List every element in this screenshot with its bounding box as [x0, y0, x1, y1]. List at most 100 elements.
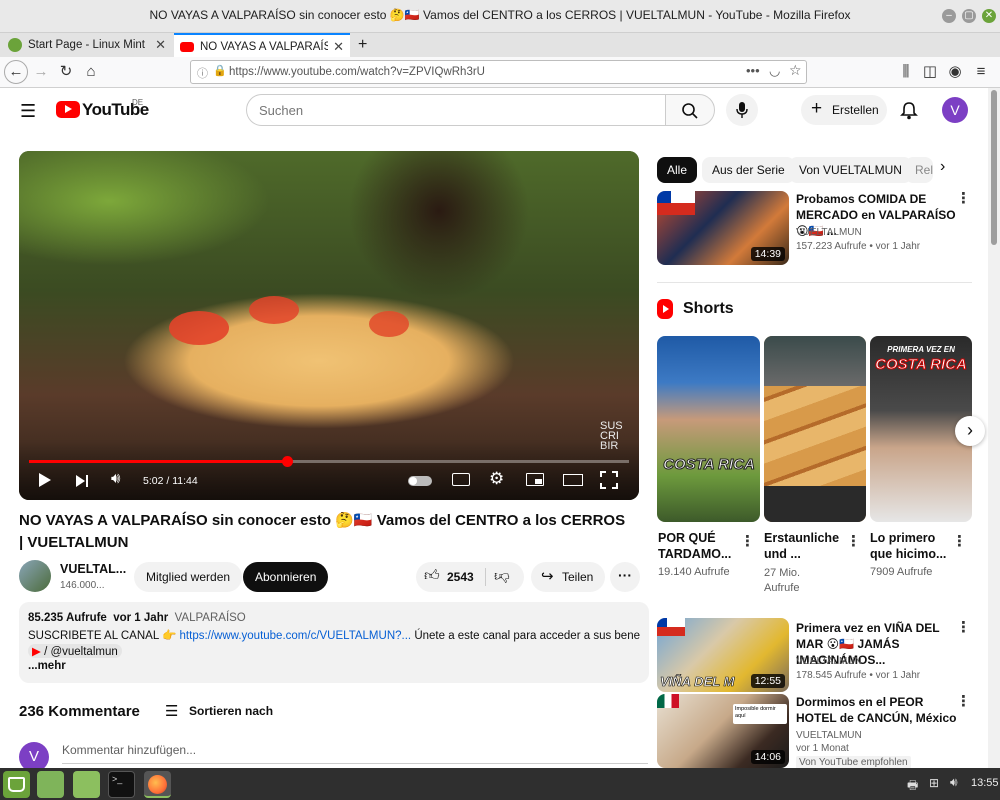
video-player[interactable]: SUS CRI BIR 🔊︎ 5:02 / 11:44 ⚙ [19, 151, 639, 500]
next-icon[interactable] [76, 474, 88, 492]
menu-icon[interactable]: ≡ [970, 62, 992, 82]
close-tab-icon[interactable]: ✕ [333, 35, 344, 57]
channel-avatar[interactable] [19, 560, 51, 592]
progress-scrubber[interactable] [282, 456, 293, 467]
video-channel[interactable]: VUELTALMUN [796, 656, 862, 667]
filter-chip-related[interactable]: Rel [905, 157, 933, 183]
pocket-icon[interactable]: ◡ [769, 63, 780, 79]
like-icon[interactable]: 👍︎ [424, 567, 440, 585]
info-icon[interactable]: ⓘ [197, 65, 208, 81]
printer-icon[interactable]: 🖶 [907, 776, 918, 797]
filter-chip-series[interactable]: Aus der Serie [702, 157, 795, 183]
video-title[interactable]: Dormimos en el PEOR HOTEL de CANCÚN, Méx… [796, 694, 958, 726]
network-icon[interactable]: ⊞ [929, 776, 939, 790]
comment-input[interactable]: Kommentar hinzufügen... [62, 743, 196, 757]
files-icon[interactable] [73, 771, 100, 798]
short-title[interactable]: Erstaunliche und ... [764, 530, 844, 562]
description-link[interactable]: https://www.youtube.com/c/VUELTALMUN?... [180, 630, 412, 642]
short-title[interactable]: Lo primero que hicimo... [870, 530, 950, 562]
more-options-icon[interactable]: ⋮ [952, 534, 967, 549]
terminal-icon[interactable]: >_ [108, 771, 135, 798]
forward-icon[interactable]: → [30, 62, 52, 82]
tab-start-page[interactable]: Start Page - Linux Mint ✕ [2, 33, 172, 57]
page-scrollbar[interactable] [988, 88, 1000, 768]
notifications-bell-icon[interactable] [900, 101, 918, 120]
more-options-icon[interactable]: ⋮ [846, 534, 861, 549]
dislike-icon[interactable]: 👍︎ [494, 567, 510, 585]
short-thumbnail[interactable]: COSTA RICA [657, 336, 760, 522]
subscriber-count: 146.000... [60, 580, 105, 591]
hashtag[interactable]: VALPARAÍSO [175, 612, 246, 624]
sidebar-icon[interactable]: ◫ [919, 62, 941, 82]
scrollbar-thumb[interactable] [991, 90, 997, 245]
subtitles-icon[interactable] [452, 473, 470, 486]
video-thumbnail[interactable]: Imposible dormir aquí 14:06 [657, 694, 789, 768]
progress-bar[interactable] [29, 456, 629, 467]
show-more-link[interactable]: ...mehr [28, 660, 66, 672]
volume-icon[interactable]: 🔊︎ [111, 470, 120, 487]
short-thumbnail[interactable] [764, 336, 866, 522]
search-input[interactable]: Suchen [246, 94, 666, 126]
short-title[interactable]: POR QUÉ TARDAMO... [658, 530, 738, 562]
description-box[interactable]: 85.235 Aufrufe vor 1 Jahr VALPARAÍSO SUS… [19, 602, 649, 683]
sort-icon[interactable]: ☰ [165, 702, 178, 720]
filter-chip-all[interactable]: Alle [657, 157, 698, 183]
chile-flag-icon [657, 191, 695, 215]
guide-menu-icon[interactable]: ☰ [20, 101, 36, 122]
linux-mint-icon [8, 38, 22, 52]
video-channel[interactable]: VUELTALMUN [796, 730, 862, 741]
join-button[interactable]: Mitglied werden [134, 562, 243, 592]
close-icon[interactable]: ✕ [982, 9, 996, 23]
account-avatar[interactable]: V [942, 97, 968, 123]
sort-by-button[interactable]: Sortieren nach [189, 704, 273, 718]
library-icon[interactable]: ⫼ [895, 62, 917, 82]
volume-tray-icon[interactable]: 🔊︎ [950, 775, 958, 790]
video-duration: 14:06 [750, 750, 785, 764]
more-options-icon[interactable]: ⋮ [956, 191, 971, 206]
video-thumbnail[interactable]: 14:39 [657, 191, 789, 265]
settings-gear-icon[interactable]: ⚙ [489, 469, 504, 489]
maximize-icon[interactable]: ▢ [962, 9, 976, 23]
more-options-icon[interactable]: ⋮ [956, 694, 971, 709]
reload-icon[interactable]: ↻ [55, 62, 77, 82]
more-options-icon[interactable]: ⋮ [740, 534, 755, 549]
search-button[interactable] [665, 94, 715, 126]
channel-mention[interactable]: ▶ / @vueltalmun [28, 644, 122, 658]
show-desktop-icon[interactable] [37, 771, 64, 798]
address-bar[interactable]: ⓘ 🔒 https://www.youtube.com/watch?v=ZPVI… [190, 60, 807, 84]
bookmark-star-icon[interactable]: ☆ [789, 62, 802, 79]
home-icon[interactable]: ⌂ [80, 62, 102, 82]
page-actions-icon[interactable]: ••• [746, 63, 760, 78]
account-icon[interactable]: ◉ [944, 62, 966, 82]
minimize-icon[interactable]: – [942, 9, 956, 23]
miniplayer-icon[interactable] [526, 473, 544, 486]
chevron-right-icon[interactable]: › [940, 158, 945, 176]
filter-chip-channel[interactable]: Von VUELTALMUN [789, 157, 912, 183]
voice-search-button[interactable] [726, 94, 758, 126]
comments-count: 236 Kommentare [19, 703, 140, 720]
video-channel[interactable]: VUELTALMUN [796, 227, 862, 238]
more-options-icon[interactable]: ⋮ [956, 620, 971, 635]
new-tab-button[interactable]: + [354, 33, 376, 57]
video-thumbnail[interactable]: VIÑA DEL M 12:55 [657, 618, 789, 692]
youtube-page: ☰ YouTube DE Suchen + Erstellen V SUS CR… [0, 88, 988, 768]
channel-name[interactable]: VUELTAL... [60, 562, 126, 576]
back-icon[interactable]: ← [4, 60, 28, 84]
fullscreen-icon[interactable] [600, 471, 618, 489]
firefox-taskbar-icon[interactable] [144, 771, 171, 798]
youtube-logo-icon[interactable] [56, 101, 80, 118]
video-frame-detail [369, 311, 409, 337]
play-icon[interactable] [39, 473, 51, 487]
shorts-next-button[interactable]: › [955, 416, 985, 446]
close-tab-icon[interactable]: ✕ [155, 33, 166, 57]
clock[interactable]: 13:55 [971, 777, 999, 789]
subscribe-button[interactable]: Abonnieren [243, 562, 329, 592]
autoplay-toggle[interactable] [408, 476, 432, 486]
create-button[interactable]: + Erstellen [801, 95, 887, 125]
share-button[interactable]: ↪ Teilen [531, 562, 605, 592]
more-actions-icon[interactable]: ··· [610, 562, 640, 592]
like-count[interactable]: 2543 [447, 570, 474, 584]
tab-youtube[interactable]: NO VAYAS A VALPARAÍSO sin conocer esto ✕ [174, 33, 350, 57]
mint-menu-icon[interactable] [3, 771, 30, 798]
theater-mode-icon[interactable] [563, 474, 583, 486]
